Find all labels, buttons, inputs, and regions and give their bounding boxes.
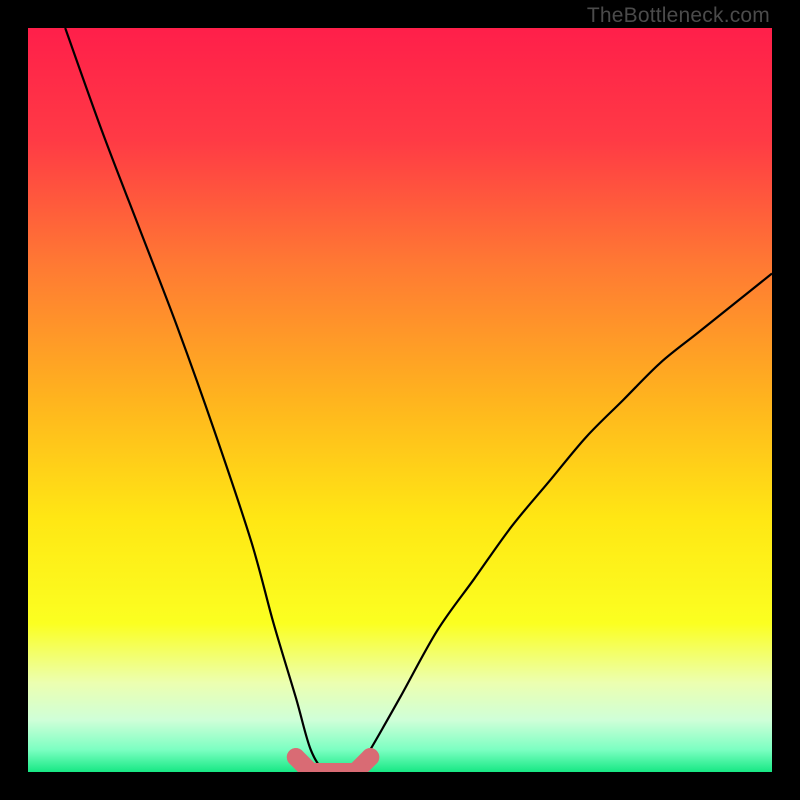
plot-area — [28, 28, 772, 772]
flat-marker-band — [287, 748, 379, 772]
curve-path — [65, 28, 772, 772]
bottleneck-curve — [28, 28, 772, 772]
chart-frame: TheBottleneck.com — [0, 0, 800, 800]
watermark-text: TheBottleneck.com — [587, 4, 770, 28]
